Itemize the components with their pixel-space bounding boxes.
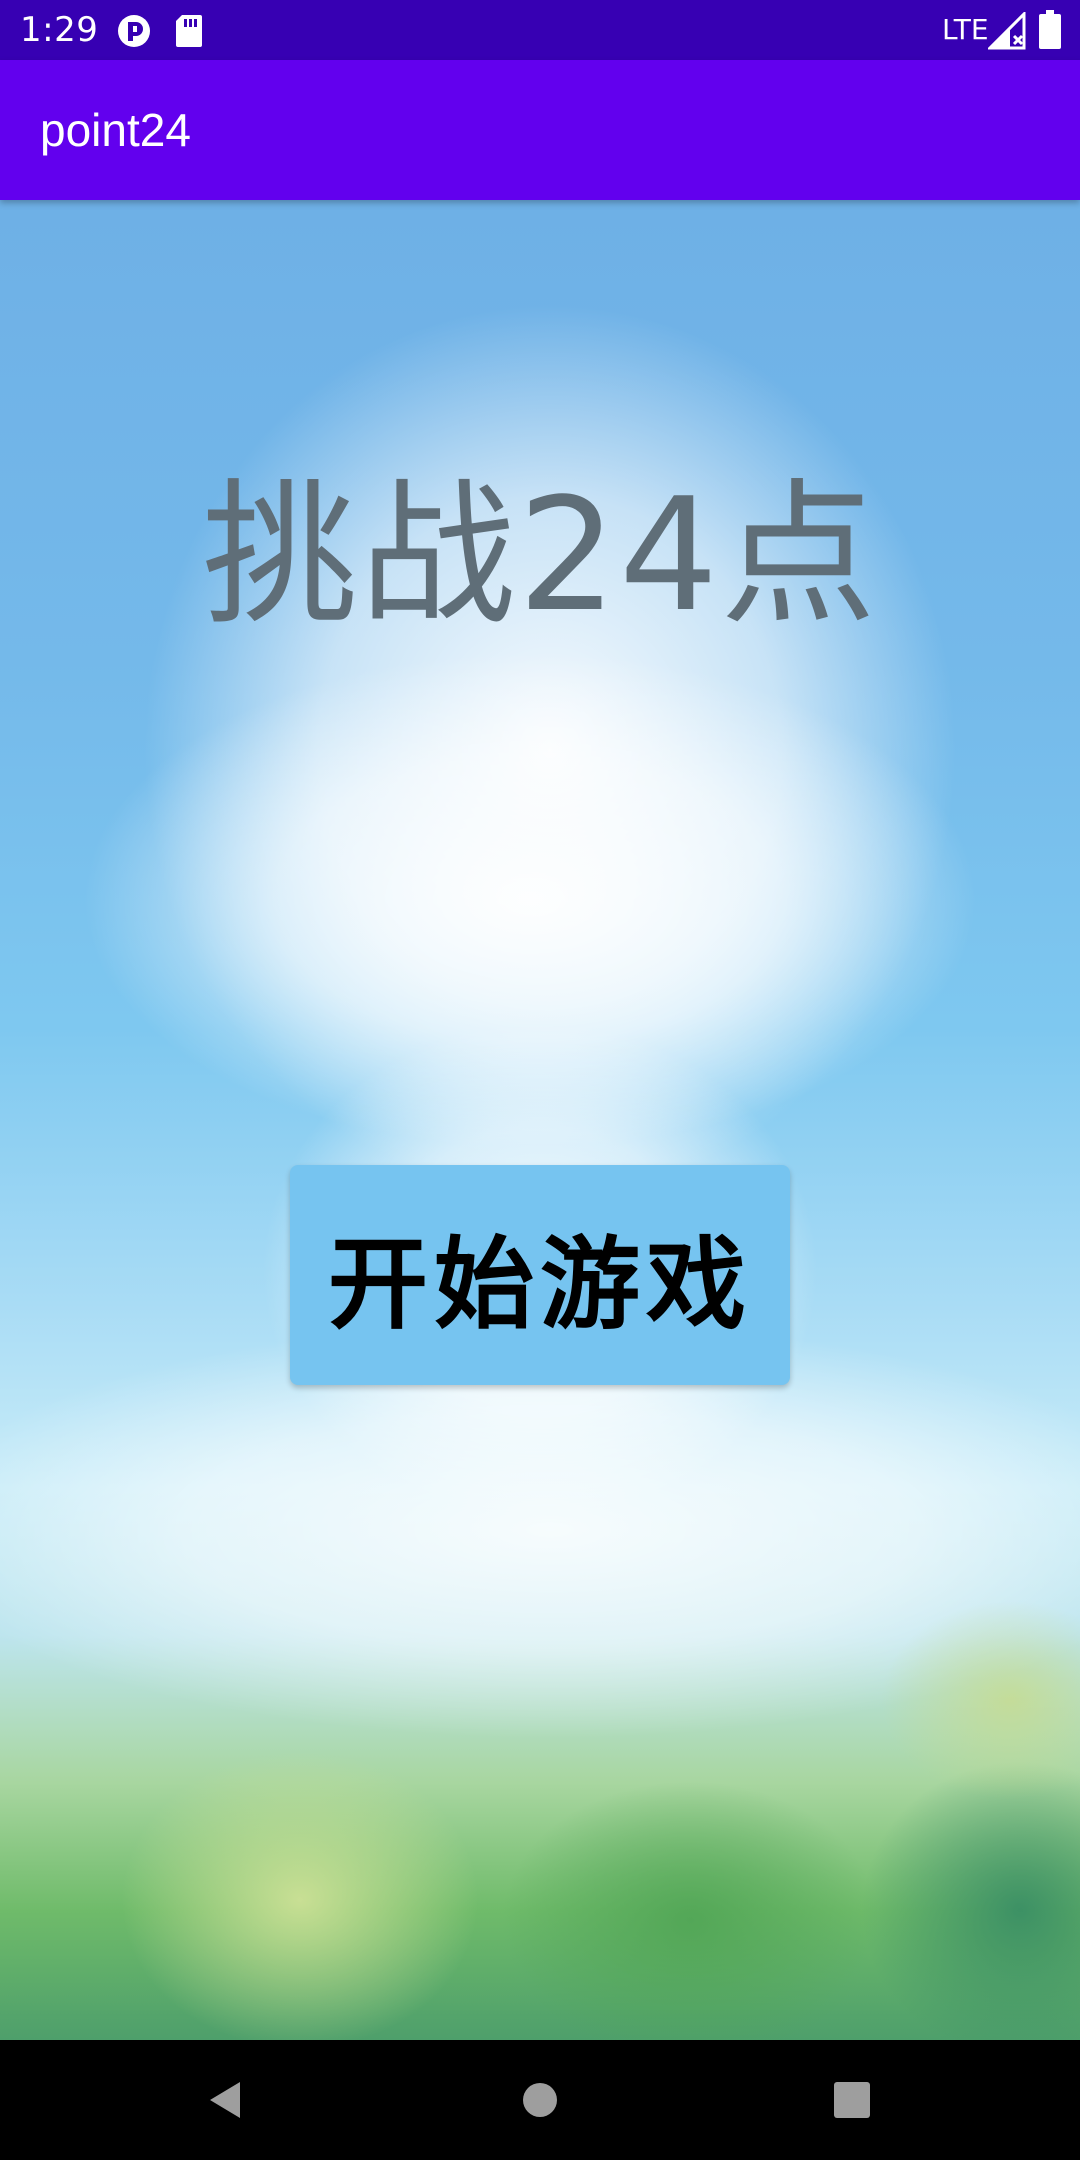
signal-no-data-icon [988, 12, 1026, 50]
app-title: point24 [40, 104, 191, 156]
game-headline: 挑战24点 [201, 464, 879, 646]
status-time: 1:29 [20, 10, 99, 50]
main-content: 挑战24点 开始游戏 [0, 200, 1080, 2040]
record-icon [118, 15, 150, 47]
sd-card-icon [176, 15, 202, 47]
network-type: LTE [942, 13, 989, 46]
app-bar: point24 [0, 60, 1080, 200]
background-field [120, 1750, 480, 2040]
home-icon[interactable] [521, 2081, 559, 2119]
status-bar: 1:29 LTE [0, 0, 1080, 60]
background-field [860, 1760, 1080, 2040]
navigation-bar [0, 2040, 1080, 2160]
recents-icon[interactable] [833, 2081, 871, 2119]
start-game-button[interactable]: 开始游戏 [290, 1165, 790, 1385]
back-icon[interactable] [204, 2078, 248, 2122]
battery-icon [1039, 10, 1061, 49]
background-field [500, 1780, 880, 2040]
